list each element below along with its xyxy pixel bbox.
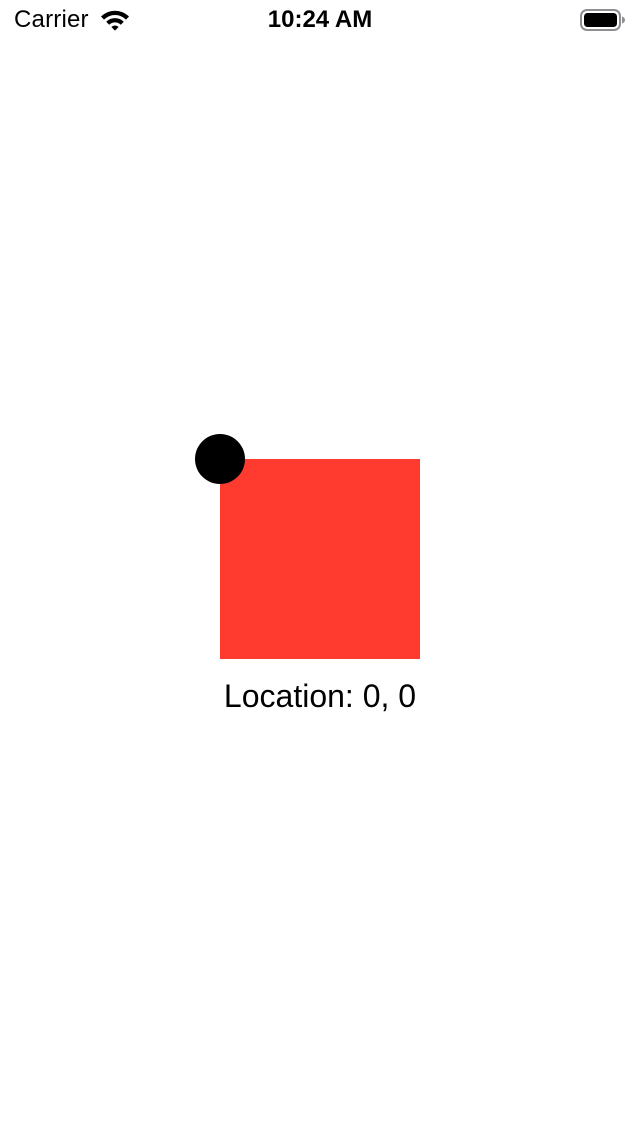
drag-canvas[interactable]: Location: 0, 0 bbox=[0, 40, 640, 1136]
red-square bbox=[220, 459, 420, 659]
status-time: 10:24 AM bbox=[267, 6, 373, 33]
status-bar: Carrier 10:24 AM bbox=[0, 0, 640, 40]
location-label: Location: 0, 0 bbox=[223, 678, 417, 714]
battery-icon bbox=[580, 9, 626, 31]
drag-handle[interactable] bbox=[195, 434, 245, 484]
